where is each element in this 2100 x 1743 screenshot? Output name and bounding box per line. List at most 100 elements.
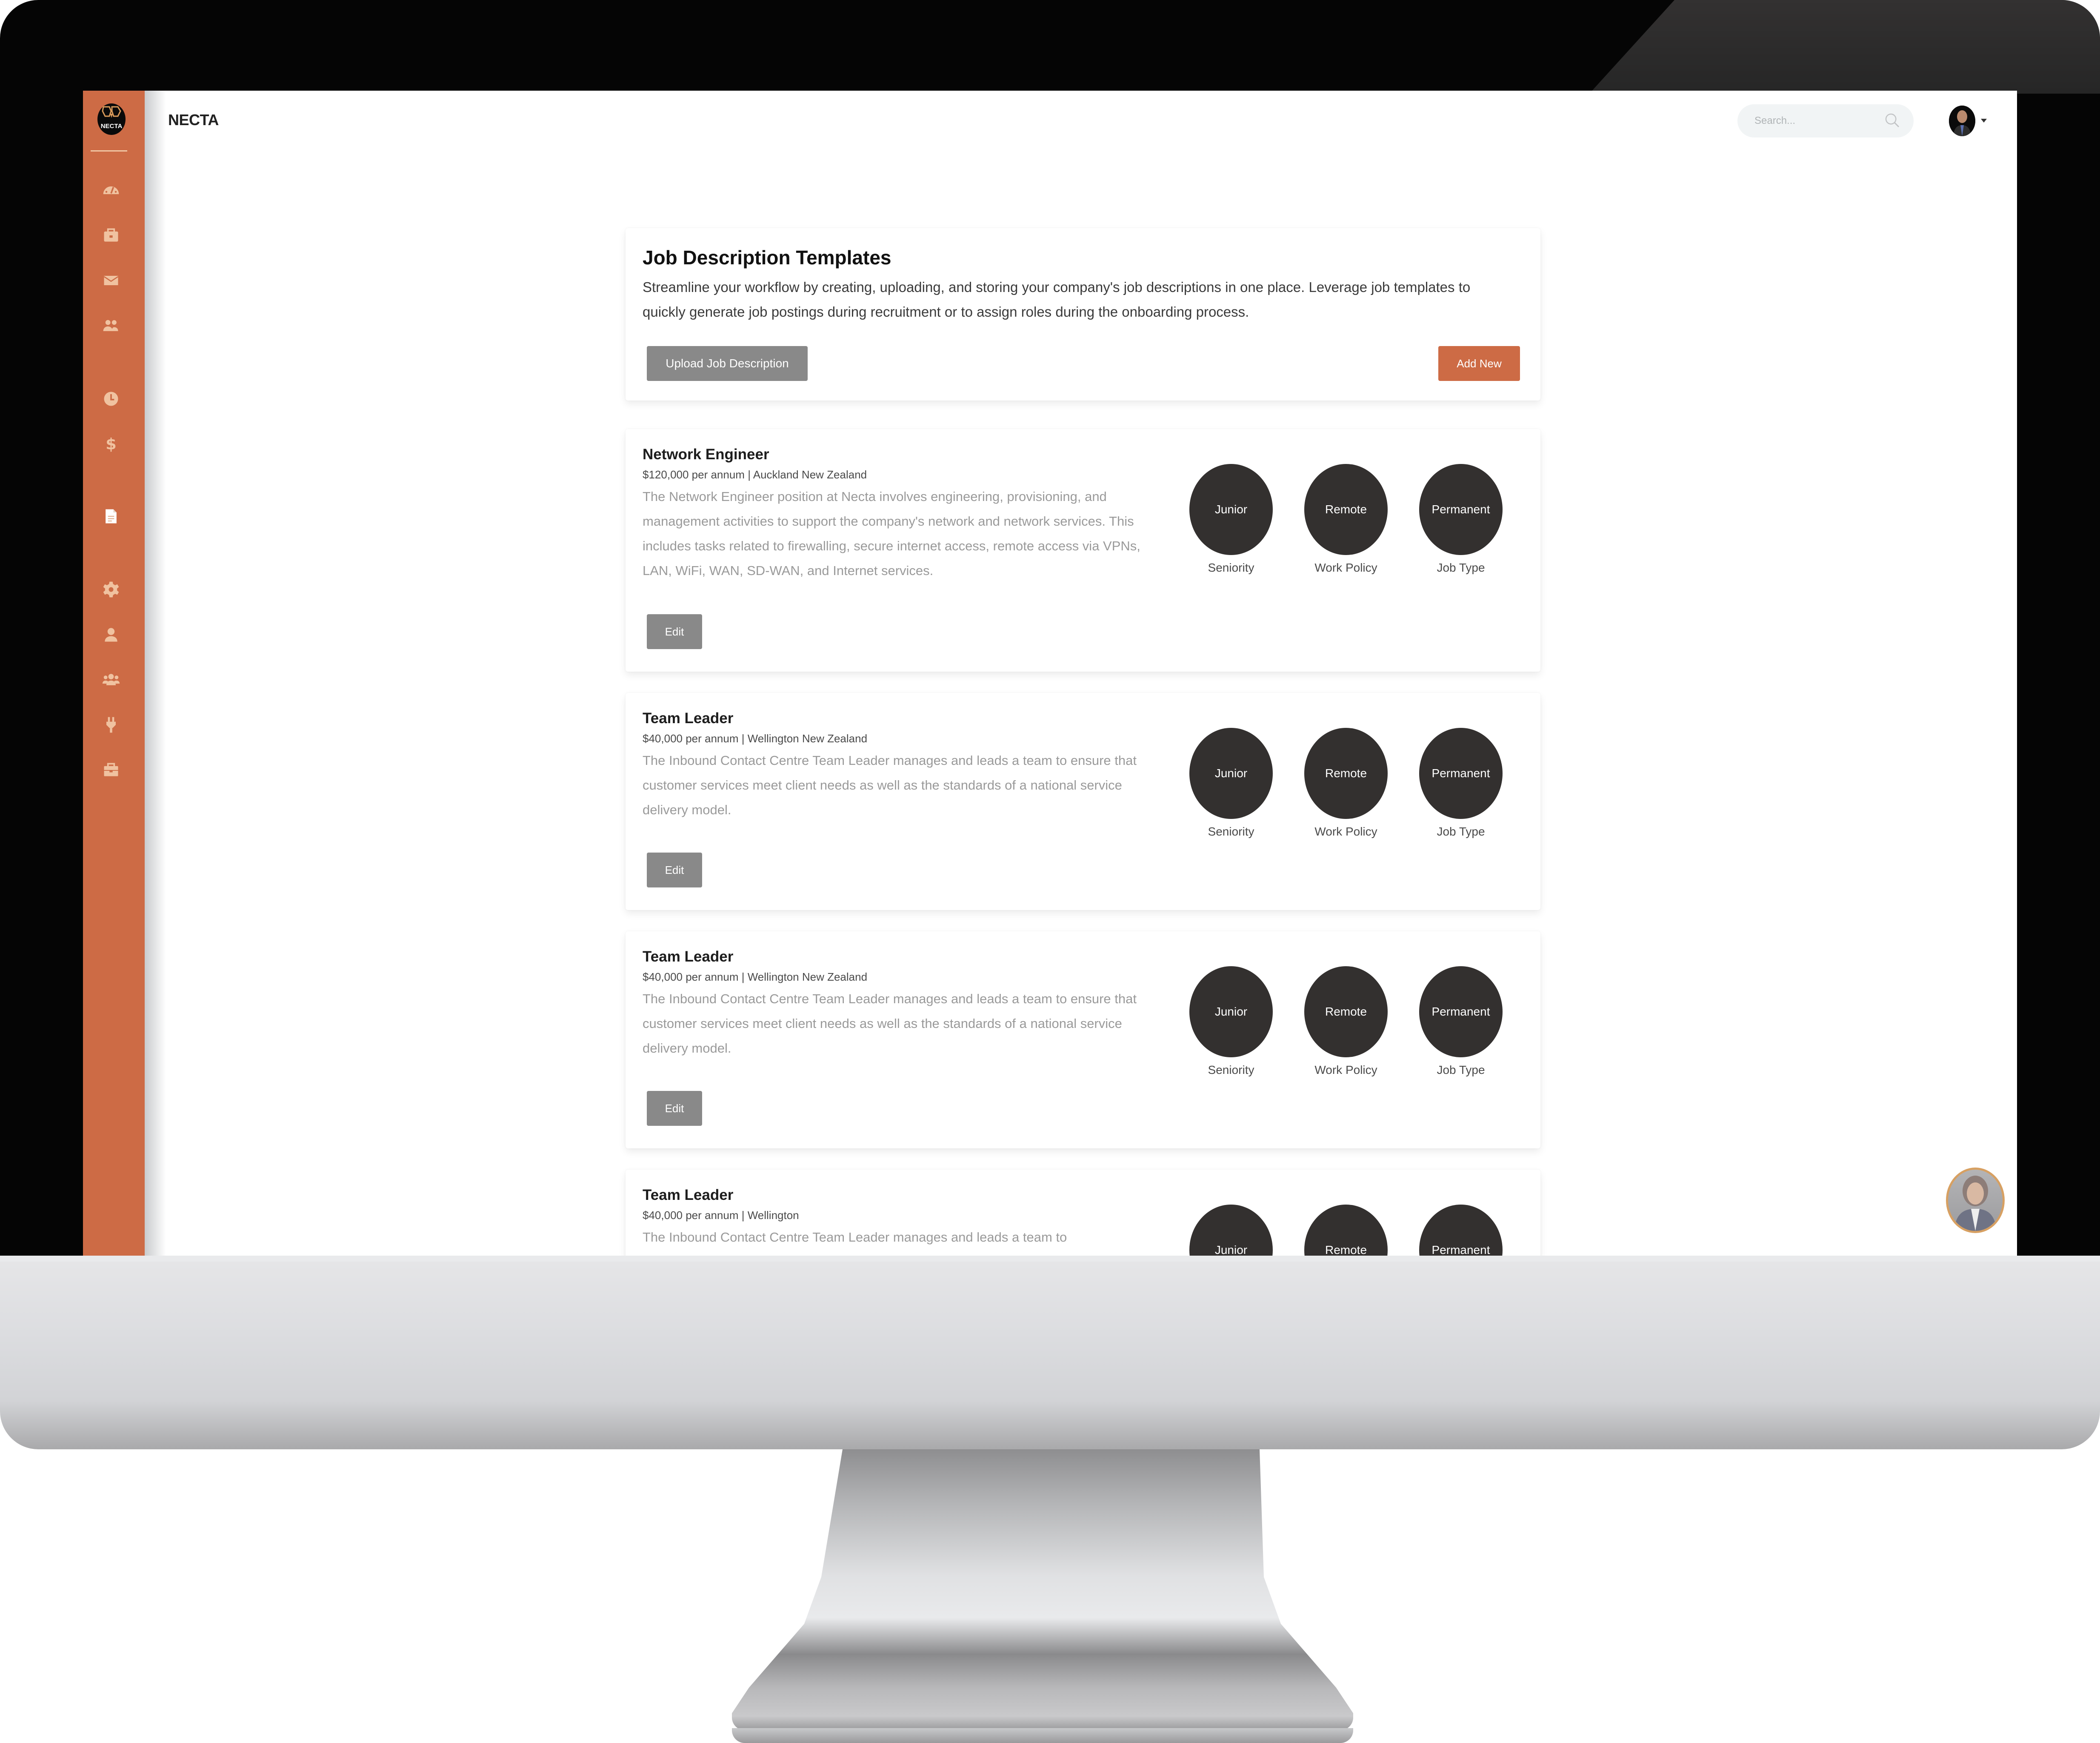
- page-title: Job Description Templates: [643, 246, 891, 269]
- job-attributes: Junior Seniority Remote Work Policy Perm…: [1189, 728, 1530, 847]
- job-type-badge: Permanent Job Type: [1419, 464, 1503, 575]
- logo-text: NECTA: [100, 123, 123, 130]
- user-photo-icon: [1949, 106, 1975, 136]
- job-title: Team Leader: [643, 710, 734, 727]
- sidebar: NECTA $: [83, 91, 145, 1256]
- sidebar-shadow: [145, 91, 166, 1256]
- job-type-badge: Permanent Job Type: [1419, 966, 1503, 1077]
- job-description: The Network Engineer position at Necta i…: [643, 489, 1140, 578]
- sidebar-item-settings[interactable]: [101, 579, 121, 600]
- seniority-value: Junior: [1189, 728, 1273, 819]
- job-title: Network Engineer: [643, 446, 769, 463]
- monitor-chin: [0, 1256, 2100, 1449]
- seniority-badge: Junior Seniority: [1189, 728, 1273, 839]
- work-policy-badge: Remote Work Policy: [1304, 728, 1388, 839]
- user-icon: [105, 628, 117, 642]
- job-type-label: Job Type: [1437, 561, 1485, 574]
- search-input[interactable]: [1754, 114, 1883, 127]
- job-type-label: Job Type: [1437, 1063, 1485, 1076]
- bezel-reflection: [1589, 0, 2100, 94]
- team-icon: [102, 674, 120, 685]
- work-policy-label: Work Policy: [1314, 1063, 1377, 1076]
- search-icon[interactable]: [1884, 112, 1901, 129]
- sidebar-item-profile[interactable]: [101, 624, 121, 645]
- work-policy-badge: Remote: [1304, 1205, 1388, 1256]
- seniority-badge: Junior: [1189, 1205, 1273, 1256]
- user-menu-caret-icon[interactable]: [1981, 119, 1987, 123]
- job-salary-location: $40,000 per annum | Wellington New Zeala…: [643, 970, 868, 983]
- document-icon: [106, 509, 117, 524]
- job-description: The Inbound Contact Centre Team Leader m…: [643, 1230, 1067, 1245]
- seniority-value: Junior: [1189, 464, 1273, 555]
- job-type-badge: Permanent Job Type: [1419, 728, 1503, 839]
- svg-text:$: $: [106, 435, 117, 453]
- job-type-value: Permanent: [1419, 728, 1503, 819]
- job-attributes: Junior Seniority Remote Work Policy Perm…: [1189, 966, 1530, 1085]
- sidebar-item-candidates[interactable]: [101, 315, 121, 336]
- users-icon: [103, 320, 118, 331]
- envelope-icon: [103, 276, 119, 285]
- job-card: Network Engineer $120,000 per annum | Au…: [626, 429, 1540, 672]
- necta-logo[interactable]: NECTA: [97, 103, 126, 135]
- job-title: Team Leader: [643, 1187, 734, 1203]
- work-policy-badge: Remote Work Policy: [1304, 464, 1388, 575]
- job-description: The Inbound Contact Centre Team Leader m…: [643, 753, 1137, 817]
- edit-button[interactable]: Edit: [647, 1091, 702, 1126]
- app-screen: NECTA $ NECTA Search... Job Description …: [83, 91, 2017, 1256]
- work-policy-label: Work Policy: [1314, 825, 1377, 838]
- job-title: Team Leader: [643, 948, 734, 965]
- dashboard-gauge-icon: [103, 186, 119, 195]
- sidebar-divider: [91, 150, 127, 152]
- job-card: Team Leader $40,000 per annum | Wellingt…: [626, 693, 1540, 910]
- assistant-avatar-icon: [1954, 1176, 1997, 1231]
- seniority-label: Seniority: [1208, 825, 1254, 838]
- job-type-value: Permanent: [1419, 464, 1503, 555]
- clock-icon: [104, 392, 118, 406]
- seniority-badge: Junior Seniority: [1189, 464, 1273, 575]
- job-attributes: Junior Seniority Remote Work Policy Perm…: [1189, 464, 1530, 583]
- work-policy-value: Remote: [1304, 966, 1388, 1057]
- upload-job-description-button[interactable]: Upload Job Description: [647, 346, 808, 381]
- sidebar-item-time[interactable]: [101, 389, 121, 409]
- job-type-value: Permanent: [1419, 966, 1503, 1057]
- sidebar-item-dashboard[interactable]: [101, 180, 121, 200]
- job-card: Team Leader $40,000 per annum | Wellingt…: [626, 931, 1540, 1148]
- logo-mark-icon: [102, 106, 121, 118]
- gear-icon: [103, 581, 119, 598]
- work-policy-label: Work Policy: [1314, 561, 1377, 574]
- seniority-value: Junior: [1189, 966, 1273, 1057]
- add-new-button[interactable]: Add New: [1438, 346, 1520, 381]
- job-type-value: Permanent: [1419, 1205, 1503, 1256]
- work-policy-value: Remote: [1304, 1205, 1388, 1256]
- edit-button[interactable]: Edit: [647, 853, 702, 887]
- edit-button[interactable]: Edit: [647, 614, 702, 649]
- page-description: Streamline your workflow by creating, up…: [643, 279, 1471, 320]
- sidebar-item-messages[interactable]: [101, 270, 121, 291]
- sidebar-item-integrations[interactable]: [101, 715, 121, 735]
- search-bar[interactable]: [1737, 104, 1914, 137]
- seniority-label: Seniority: [1208, 561, 1254, 574]
- seniority-badge: Junior Seniority: [1189, 966, 1273, 1077]
- dollar-icon: $: [106, 435, 117, 453]
- job-salary-location: $40,000 per annum | Wellington New Zeala…: [643, 732, 868, 745]
- monitor-stand-foot: [732, 1728, 1353, 1743]
- sidebar-item-teams[interactable]: [101, 670, 121, 690]
- job-attributes: Junior Remote Permanent: [1189, 1205, 1530, 1256]
- sidebar-item-payroll[interactable]: $: [101, 434, 121, 454]
- assistant-chat-button[interactable]: [1946, 1168, 2005, 1233]
- work-policy-badge: Remote Work Policy: [1304, 966, 1388, 1077]
- seniority-label: Seniority: [1208, 1063, 1254, 1076]
- monitor-stand: [732, 1449, 1353, 1730]
- plug-icon: [106, 717, 116, 733]
- sidebar-item-tools[interactable]: [101, 760, 121, 780]
- user-avatar[interactable]: [1949, 106, 1975, 136]
- job-type-label: Job Type: [1437, 825, 1485, 838]
- sidebar-item-jobs[interactable]: [101, 225, 121, 246]
- work-policy-value: Remote: [1304, 728, 1388, 819]
- job-salary-location: $40,000 per annum | Wellington: [643, 1209, 799, 1222]
- intro-card: Job Description Templates Streamline you…: [626, 228, 1540, 401]
- job-type-badge: Permanent: [1419, 1205, 1503, 1256]
- sidebar-item-job-descriptions[interactable]: [101, 506, 121, 527]
- work-policy-value: Remote: [1304, 464, 1388, 555]
- toolbox-icon: [104, 763, 118, 776]
